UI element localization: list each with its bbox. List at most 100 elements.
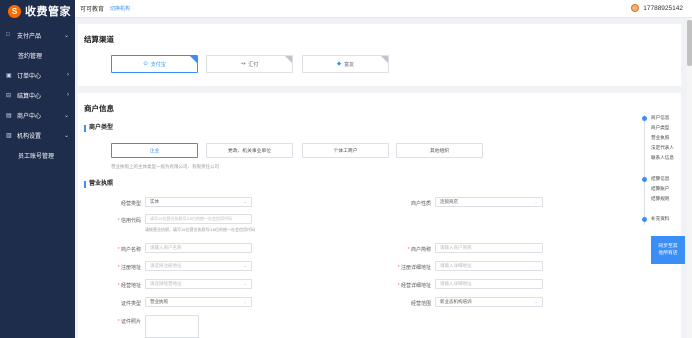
op-detail-input[interactable]: 请输入详细地址 — [435, 279, 543, 289]
fuyou-icon: ◆ — [336, 61, 342, 67]
biz-scope-select[interactable]: 新业态机构培训 ⌄ — [435, 297, 543, 307]
select-placeholder: 请选择注册地址 — [150, 263, 182, 268]
anchor-item[interactable]: 商户类型 — [651, 125, 669, 131]
top-bar: 可可教育 切换机构 17788925142 — [75, 0, 692, 18]
label-text: 经营地址 — [120, 283, 141, 289]
scrollbar-track[interactable] — [687, 18, 692, 338]
chevron-right-icon: › — [67, 92, 69, 98]
merchant-card: 商户信息 商户类型 企业 党政、机关事业单位 个体工商户 其他组织 营业执照上的… — [78, 93, 681, 338]
sidebar-item-label: 支付产品 — [17, 33, 42, 40]
anchor-item[interactable]: 商户信息 — [651, 115, 669, 121]
op-addr-select[interactable]: 请选择经营地址 ⌄ — [145, 279, 252, 289]
chevron-down-icon: ⌄ — [243, 299, 247, 304]
merchant-type-other[interactable]: 其他组织 — [396, 143, 483, 158]
anchor-dot-icon — [642, 217, 647, 222]
option-label: 富友 — [344, 61, 355, 68]
sidebar-item-label: 员工账号管理 — [18, 153, 55, 160]
anchor-item[interactable]: 联系人信息 — [651, 155, 674, 161]
business-license-section: 营业执照 — [84, 181, 113, 188]
anchor-item[interactable]: 补充资料 — [651, 216, 669, 222]
select-placeholder: 请选择经营地址 — [150, 281, 182, 286]
merchant-type-section: 商户类型 — [84, 125, 113, 132]
biz-type-select[interactable]: 实体 ⌄ — [145, 197, 252, 207]
cert-type-label: 证件类型 — [120, 301, 141, 307]
credit-code-label: * 信用代码 — [81, 217, 141, 224]
chevron-down-icon: ⌄ — [243, 199, 247, 204]
biz-scope-label: 经营范围 — [410, 301, 431, 307]
settlement-option-alipay[interactable]: ⊙ 支付宝 — [111, 55, 198, 73]
order-center-icon: ▣ — [6, 72, 12, 79]
sidebar-item-merchant-center[interactable]: ▤ 商户中心 ⌄ — [0, 105, 75, 125]
sync-all-stores-button[interactable]: 同步至其 他所有店 — [651, 236, 685, 264]
merchant-type-government[interactable]: 党政、机关事业单位 — [206, 143, 293, 158]
select-value: 实体 — [150, 199, 159, 204]
reg-detail-input[interactable]: 请输入详细地址 — [435, 261, 543, 271]
chevron-down-icon: ⌄ — [63, 132, 69, 139]
credit-code-input[interactable]: 请写15位营业执照号/18位的统一社会信用代码 — [145, 214, 252, 224]
org-name: 可可教育 — [80, 7, 105, 13]
anchor-line — [644, 115, 645, 225]
select-value: 新业态机构培训 — [440, 299, 472, 304]
credit-code-hint: 请按营业执照，填写15位营业执照号/18位的统一社会信用代码 — [145, 227, 256, 232]
selected-corner-icon — [190, 56, 197, 63]
sidebar-item-org-settings[interactable]: ▥ 机构设置 ⌄ — [0, 125, 75, 145]
merchant-name-input[interactable]: 请输入商户名称 — [145, 243, 252, 253]
merchant-name-label: * 商户名称 — [81, 246, 141, 253]
sidebar-item-settlement-center[interactable]: ⊟ 结算中心 › — [0, 85, 75, 105]
settlement-card: 结算渠道 ⊙ 支付宝 ↝ 汇付 ◆ 富友 — [78, 24, 681, 86]
merchant-center-icon: ▤ — [6, 112, 12, 119]
merchant-title: 商户信息 — [84, 104, 114, 113]
sidebar-item-label: 结算中心 — [17, 93, 42, 100]
label-text: 注册地址 — [120, 265, 141, 271]
label-text: 商户简称 — [410, 247, 431, 253]
label-text: 商户名称 — [120, 247, 141, 253]
user-menu[interactable]: 17788925142 — [631, 4, 683, 12]
avatar — [631, 4, 640, 12]
op-addr-label: * 经营地址 — [81, 282, 141, 289]
anchor-dot-icon — [642, 116, 647, 121]
settlement-option-huifu[interactable]: ↝ 汇付 — [206, 55, 293, 73]
select-value: 营业执照 — [150, 299, 168, 304]
chevron-down-icon: ⌄ — [63, 32, 69, 39]
chevron-down-icon: ⌄ — [243, 263, 247, 268]
settlement-option-fuyou[interactable]: ◆ 富友 — [302, 55, 389, 73]
merchant-short-input[interactable]: 请输入商户简称 — [435, 243, 543, 253]
merchant-nature-select[interactable]: 连锁商店 ⌄ — [435, 197, 543, 207]
settlement-center-icon: ⊟ — [6, 92, 12, 99]
option-label: 汇付 — [248, 61, 259, 68]
anchor-item[interactable]: 营业执照 — [651, 135, 669, 141]
scrollbar-thumb[interactable] — [687, 20, 692, 66]
cert-type-select[interactable]: 营业执照 ⌄ — [145, 297, 252, 307]
merchant-type-hint: 营业执照上的主体类型一般为有限公司、有限责任公司 — [111, 164, 219, 169]
reg-addr-label: * 注册地址 — [81, 264, 141, 271]
merchant-type-individual[interactable]: 个体工商户 — [302, 143, 389, 158]
merchant-short-label: * 商户简称 — [371, 246, 431, 253]
anchor-item[interactable]: 法定代表人 — [651, 145, 674, 151]
sidebar-item-label: 订单中心 — [17, 73, 42, 80]
anchor-item[interactable]: 结算账户 — [651, 186, 669, 192]
cert-photo-upload[interactable] — [145, 315, 199, 338]
anchor-item[interactable]: 结算信息 — [651, 176, 669, 182]
payment-products-icon: □ — [6, 32, 10, 38]
sidebar-item-staff-accounts[interactable]: 员工账号管理 — [0, 145, 75, 165]
anchor-item[interactable]: 结算规则 — [651, 196, 669, 202]
reg-detail-label: * 注册详细地址 — [371, 264, 431, 271]
chevron-down-icon: ⌄ — [534, 299, 538, 304]
sidebar-item-order-center[interactable]: ▣ 订单中心 › — [0, 65, 75, 85]
sidebar-item-contract-management[interactable]: 签约管理 — [0, 45, 75, 65]
corner-icon — [381, 56, 388, 63]
user-phone: 17788925142 — [643, 4, 683, 12]
chevron-down-icon: ⌄ — [534, 199, 538, 204]
logo[interactable]: S 收费管家 — [0, 0, 75, 22]
sidebar-item-label: 机构设置 — [17, 133, 42, 140]
org-settings-icon: ▥ — [6, 132, 12, 139]
op-detail-label: * 经营详细地址 — [371, 282, 431, 289]
option-label: 支付宝 — [150, 61, 166, 68]
sidebar-item-label: 签约管理 — [18, 53, 43, 60]
sidebar-item-label: 商户中心 — [17, 113, 42, 120]
merchant-type-enterprise[interactable]: 企业 — [111, 143, 198, 158]
switch-org-link[interactable]: 切换机构 — [110, 5, 130, 12]
sidebar-item-payment-products[interactable]: □ 支付产品 ⌄ — [0, 25, 75, 45]
reg-addr-select[interactable]: 请选择注册地址 ⌄ — [145, 261, 252, 271]
button-label-line2: 他所有店 — [658, 251, 678, 256]
